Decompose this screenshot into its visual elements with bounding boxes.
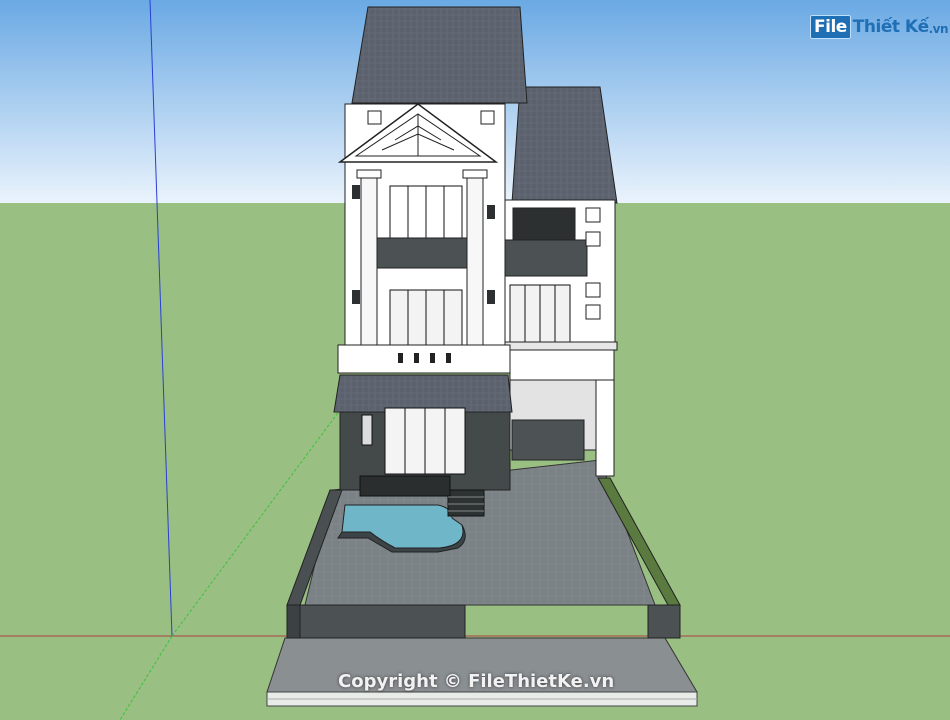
- house-model: [0, 0, 950, 720]
- logo-box: File: [810, 15, 851, 39]
- copyright-watermark: Copyright © FileThietKe.vn: [338, 671, 615, 692]
- logo-text: Thiết Kế: [852, 17, 929, 37]
- filethietke-logo: File Thiết Kế .vn: [810, 12, 949, 42]
- logo-tld: .vn: [928, 22, 949, 36]
- sketchup-viewport[interactable]: File Thiết Kế .vn Copyright © FileThietK…: [0, 0, 950, 720]
